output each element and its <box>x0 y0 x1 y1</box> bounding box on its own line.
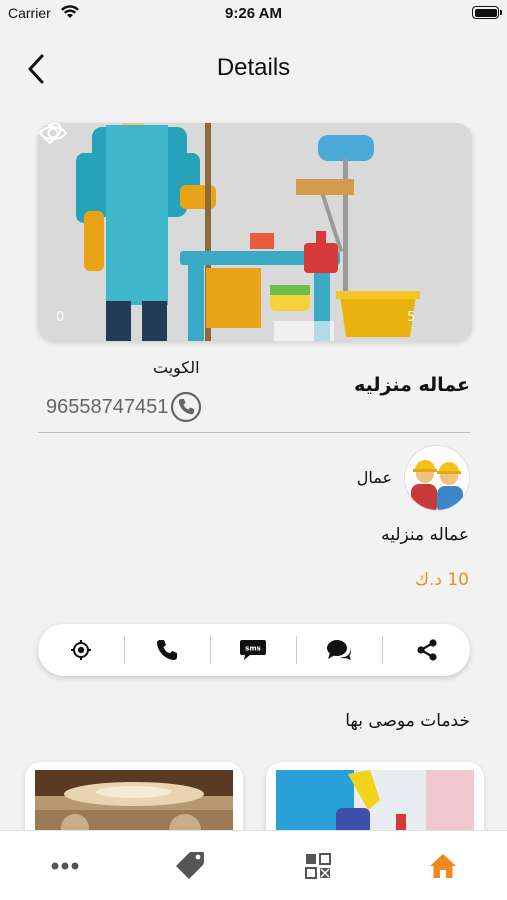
tab-bar <box>0 830 507 900</box>
city-label: الكويت <box>153 358 200 377</box>
tab-categories[interactable] <box>278 831 358 900</box>
chat-button[interactable] <box>296 624 382 676</box>
svg-text:sms: sms <box>245 645 261 653</box>
service-title: عماله منزليه <box>354 374 470 396</box>
clock: 9:26 AM <box>225 5 282 22</box>
phone-circle-icon <box>171 391 202 423</box>
tab-offers[interactable] <box>150 831 230 900</box>
recommended-title: خدمات موصى بها <box>345 711 470 731</box>
call-button[interactable] <box>124 624 210 676</box>
eye-icon <box>38 126 68 140</box>
sms-button[interactable]: sms <box>210 624 296 676</box>
tab-home[interactable] <box>403 831 483 900</box>
workers-avatar[interactable] <box>405 446 469 510</box>
provider-name[interactable]: عمال <box>357 468 392 487</box>
status-bar: Carrier 9:26 AM <box>0 0 507 28</box>
service-image: 0 5 <box>38 123 472 341</box>
action-separator <box>382 636 383 664</box>
likes-count: 0 <box>56 310 65 325</box>
navigation-bar: Details <box>0 30 507 106</box>
phone-icon <box>156 640 177 661</box>
phone-link[interactable]: 96558747451 <box>46 391 202 423</box>
grid-icon <box>305 853 331 879</box>
divider <box>38 432 470 433</box>
sms-icon: sms <box>240 640 266 660</box>
location-target-icon <box>71 640 91 660</box>
more-dots-icon <box>51 862 79 870</box>
phone-number: 96558747451 <box>46 395 169 418</box>
battery-icon <box>472 6 502 19</box>
page-title: Details <box>216 54 291 81</box>
home-icon <box>430 854 456 878</box>
tag-icon <box>176 852 204 879</box>
action-bar: sms <box>38 624 470 676</box>
workers-avatar-illustration <box>405 446 469 510</box>
cleaning-worker-illustration <box>38 123 472 341</box>
chat-icon <box>327 640 351 660</box>
category-name: عماله منزليه <box>381 525 469 545</box>
tab-more[interactable] <box>25 831 105 900</box>
share-icon <box>417 639 437 661</box>
price-label: 10 د.ك <box>414 570 469 590</box>
location-button[interactable] <box>38 624 124 676</box>
share-button[interactable] <box>384 624 470 676</box>
views-count: 5 <box>407 310 416 325</box>
